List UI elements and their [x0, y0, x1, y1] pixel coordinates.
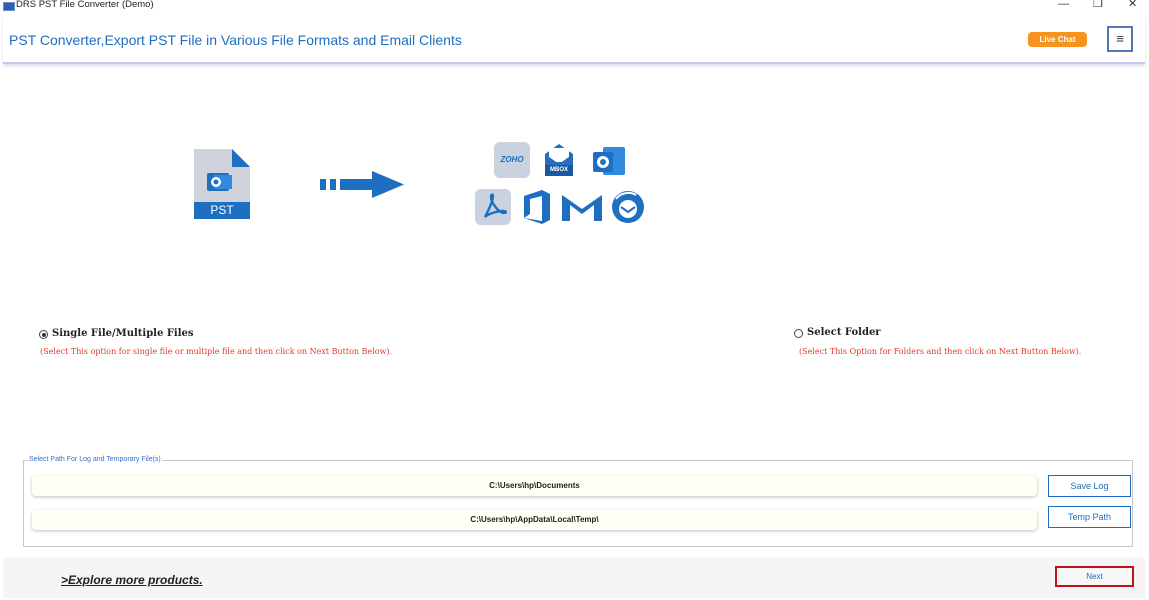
select-folder-hint: (Select This Option for Folders and then… [799, 347, 1082, 356]
pst-file-icon: PST [194, 149, 250, 224]
arrow-right-icon [320, 171, 404, 204]
log-path-field[interactable]: C:\Users\hp\Documents [32, 476, 1037, 496]
mbox-icon: MBOX [541, 142, 577, 178]
minimize-icon[interactable]: — [1058, 0, 1069, 10]
temp-path-field[interactable]: C:\Users\hp\AppData\Local\Temp\ [32, 510, 1037, 530]
next-button[interactable]: Next [1055, 566, 1134, 587]
thunderbird-icon [610, 189, 646, 225]
app-header: PST Converter,Export PST File in Various… [3, 17, 1145, 64]
window-title-bar: DRS PST File Converter (Demo) — ❐ ✕ [0, 0, 1149, 12]
hamburger-menu-button[interactable]: ≡ [1107, 26, 1133, 52]
restore-icon[interactable]: ❐ [1093, 0, 1103, 10]
zoho-icon-label: ZOHO [500, 155, 524, 164]
app-icon [3, 2, 15, 11]
mbox-icon-label: MBOX [550, 167, 568, 173]
temp-path-button[interactable]: Temp Path [1048, 506, 1131, 528]
office365-icon [518, 188, 554, 224]
save-log-button[interactable]: Save Log [1048, 475, 1131, 497]
live-chat-button[interactable]: Live Chat [1028, 32, 1087, 47]
single-file-radio[interactable] [39, 330, 48, 339]
pdf-icon [475, 189, 511, 225]
select-folder-radio[interactable] [794, 329, 803, 338]
page-title: PST Converter,Export PST File in Various… [9, 32, 462, 48]
select-folder-label[interactable]: Select Folder [807, 327, 881, 338]
zoho-icon: ZOHO [494, 142, 530, 178]
pst-file-label: PST [210, 203, 234, 217]
single-file-label[interactable]: Single File/Multiple Files [52, 328, 194, 339]
gmail-icon [560, 189, 602, 225]
explore-products-link[interactable]: >Explore more products. [61, 573, 203, 587]
single-file-hint: (Select This option for single file or m… [40, 347, 393, 356]
close-icon[interactable]: ✕ [1128, 0, 1137, 10]
window-title: DRS PST File Converter (Demo) [16, 0, 154, 10]
path-group-legend: Select Path For Log and Temporary File(s… [28, 456, 162, 464]
target-format-icons: ZOHO MBOX [474, 142, 649, 228]
outlook-icon [591, 144, 627, 180]
log-temp-path-group [23, 460, 1133, 547]
